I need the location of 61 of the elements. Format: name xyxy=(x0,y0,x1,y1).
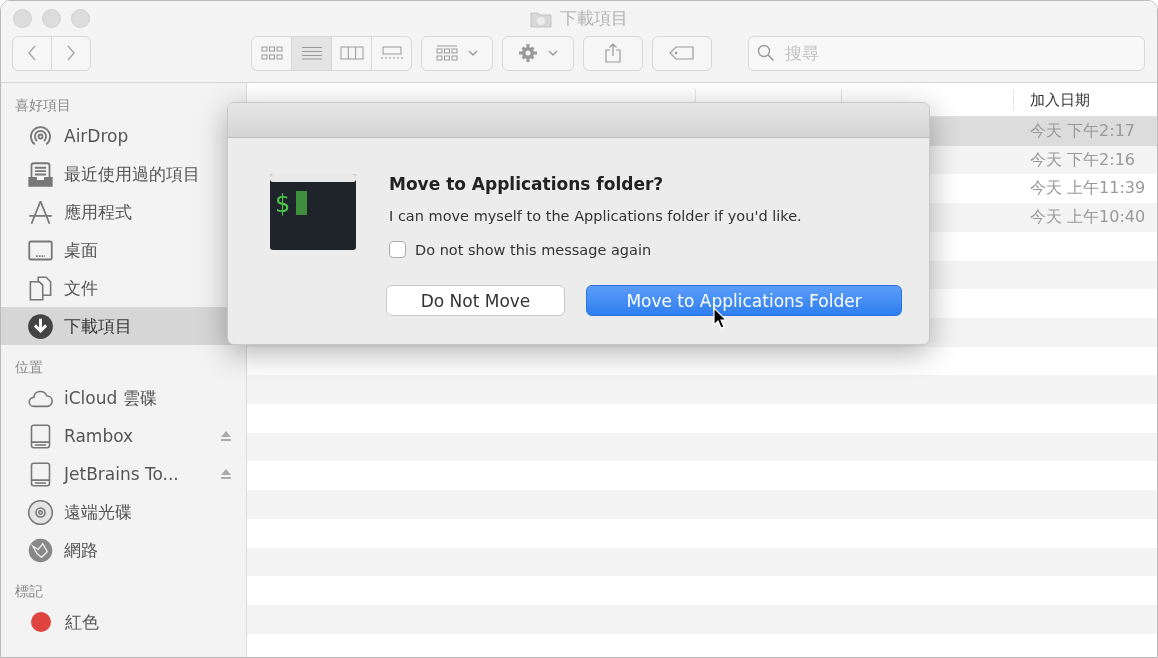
action-button[interactable] xyxy=(502,35,574,71)
gallery-icon xyxy=(379,46,404,60)
eject-icon[interactable] xyxy=(220,468,232,480)
cursor-block xyxy=(296,191,307,215)
sidebar-item[interactable]: 文件 xyxy=(1,269,246,307)
download-icon xyxy=(27,312,54,340)
sidebar-item[interactable]: 桌面 xyxy=(1,231,246,269)
icons-view-button[interactable] xyxy=(251,35,292,71)
close-button[interactable] xyxy=(13,8,32,28)
share-icon xyxy=(605,43,621,63)
table-cell-text: 今天 下午2:16 xyxy=(1029,149,1136,171)
sidebar-item[interactable]: Rambox xyxy=(1,417,246,455)
table-cell-text: 今天 上午10:40 xyxy=(1029,206,1147,228)
eject-icon[interactable] xyxy=(220,430,232,442)
globe-icon xyxy=(27,536,54,564)
documents-icon xyxy=(27,274,54,302)
share-button[interactable] xyxy=(583,35,643,71)
window-title: 下載項目 xyxy=(560,7,628,30)
checkbox-label: Do not show this message again xyxy=(415,241,652,258)
sidebar-item[interactable]: iCloud 雲碟 xyxy=(1,379,246,417)
group-by-button[interactable] xyxy=(421,35,493,71)
chevron-left-icon xyxy=(27,45,37,61)
dialog-title: Move to Applications folder? xyxy=(389,174,665,194)
sidebar-item[interactable]: 最近使用過的項目 xyxy=(1,155,246,193)
checkbox[interactable] xyxy=(389,241,406,258)
list-icon xyxy=(300,46,323,60)
tag-icon xyxy=(669,46,695,60)
chevron-down-icon xyxy=(548,50,558,56)
zoom-button[interactable] xyxy=(71,8,90,28)
sidebar-item[interactable]: 應用程式 xyxy=(1,193,246,231)
columns-view-button[interactable] xyxy=(331,35,372,71)
section-heading: 喜好項目 xyxy=(14,96,72,115)
prompt-glyph: $ xyxy=(275,190,291,218)
column-header[interactable]: 加入日期 xyxy=(1014,88,1157,111)
list-view-button[interactable] xyxy=(291,35,332,71)
dialog-message: I can move myself to the Applications folder if you'd like. xyxy=(389,208,803,224)
back-button[interactable] xyxy=(12,35,52,71)
table-cell-text: 今天 下午2:17 xyxy=(1029,120,1136,142)
gallery-view-button[interactable] xyxy=(371,35,412,71)
sidebar-item[interactable]: AirDrop xyxy=(1,117,246,155)
gear-icon xyxy=(518,43,538,63)
section-heading: 標記 xyxy=(14,582,44,601)
grouped-grid-icon xyxy=(436,45,458,61)
folder-icon xyxy=(530,9,552,28)
sidebar-item[interactable]: 紅色 xyxy=(1,603,246,641)
tray-icon xyxy=(27,160,54,188)
sidebar-item[interactable]: 網路 xyxy=(1,531,246,569)
forward-button[interactable] xyxy=(51,35,91,71)
section-heading: 位置 xyxy=(14,358,44,377)
compass-drawing-icon xyxy=(27,198,54,226)
minimize-button[interactable] xyxy=(42,8,61,28)
cancel-button[interactable]: Do Not Move xyxy=(386,285,565,316)
grid-icon xyxy=(260,46,283,60)
chevron-right-icon xyxy=(66,45,76,61)
chevron-down-icon xyxy=(468,50,478,56)
columns-icon xyxy=(339,46,364,60)
sidebar-item[interactable]: 遠端光碟 xyxy=(1,493,246,531)
disc-icon xyxy=(27,498,54,526)
table-cell-text: 今天 上午11:39 xyxy=(1029,178,1147,200)
sidebar-item[interactable]: JetBrains To... xyxy=(1,455,246,493)
tag-button[interactable] xyxy=(652,35,712,71)
